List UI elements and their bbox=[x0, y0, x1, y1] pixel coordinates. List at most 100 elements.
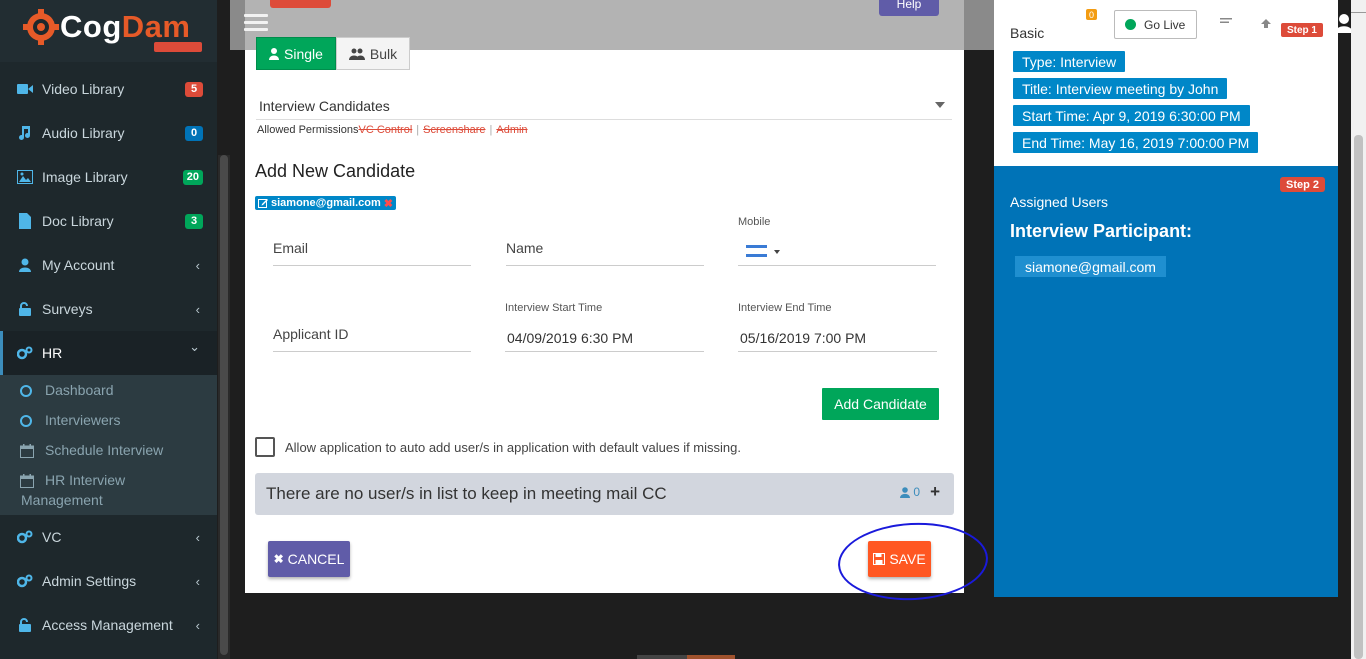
allowed-permissions: Allowed PermissionsVC Control | Screenshar… bbox=[257, 124, 528, 136]
unlock-icon bbox=[17, 617, 33, 633]
start-time-field[interactable]: 04/09/2019 6:30 PM bbox=[505, 316, 704, 352]
sidebar-item-label: Video Library bbox=[42, 81, 125, 97]
logo-text-dam: Dam bbox=[121, 9, 191, 44]
count-badge: 5 bbox=[185, 81, 203, 97]
step-ribbon-badge: Step 1 bbox=[1281, 23, 1323, 37]
cloud-upload-icon[interactable] bbox=[1252, 11, 1280, 35]
scrollbar-thumb[interactable] bbox=[1354, 135, 1363, 659]
sidebar-item-label: Access Management bbox=[42, 617, 173, 633]
count-badge: 0 bbox=[185, 125, 203, 141]
help-button[interactable]: Help bbox=[879, 0, 939, 16]
bulk-tab-button[interactable]: Bulk bbox=[335, 37, 411, 70]
calendar-icon bbox=[20, 444, 34, 461]
go-live-button[interactable]: Go Live bbox=[1114, 10, 1197, 39]
add-candidate-label: Add Candidate bbox=[834, 396, 927, 412]
chevron-down-icon: ⌄ bbox=[189, 339, 200, 354]
sidebar-item-audio-library[interactable]: Audio Library 0 bbox=[0, 111, 217, 155]
sidebar-item-surveys[interactable]: Surveys ‹ bbox=[0, 287, 217, 331]
email-field-label: Email bbox=[273, 240, 309, 256]
end-time-value: 05/16/2019 7:00 PM bbox=[740, 330, 867, 346]
start-time-tag: Start Time: Apr 9, 2019 6:30:00 PM bbox=[1013, 105, 1250, 126]
sidebar-item-image-library[interactable]: Image Library 20 bbox=[0, 155, 217, 199]
edit-icon[interactable] bbox=[258, 198, 268, 208]
permission-screenshare: Screenshare bbox=[423, 124, 486, 136]
applicant-id-label: Applicant ID bbox=[273, 326, 349, 342]
submenu-item-label-line2: Management bbox=[21, 492, 103, 508]
notification-count-badge: 0 bbox=[1086, 9, 1097, 20]
meeting-type-tag: Type: Interview bbox=[1013, 51, 1126, 72]
sidebar-item-access-management[interactable]: Access Management ‹ bbox=[0, 603, 217, 647]
sidebar: Video Library 5 Audio Library 0 Image Li… bbox=[0, 0, 217, 659]
end-time-field[interactable]: 05/16/2019 7:00 PM bbox=[738, 316, 937, 352]
step-2-badge: Step 2 bbox=[1280, 177, 1326, 192]
cc-count-value: 0 bbox=[913, 485, 920, 499]
start-time-label: Interview Start Time bbox=[505, 302, 603, 314]
chevron-left-icon: ‹ bbox=[195, 573, 200, 589]
cancel-button[interactable]: ✖ CANCEL bbox=[268, 541, 350, 577]
sidebar-item-video-library[interactable]: Video Library 5 bbox=[0, 67, 217, 111]
sidebar-item-label: Doc Library bbox=[42, 213, 114, 229]
submenu-item-label: Interviewers bbox=[45, 412, 121, 428]
sidebar-scrollbar[interactable] bbox=[218, 155, 230, 659]
cc-user-count[interactable]: 0 bbox=[900, 485, 920, 499]
gears-icon bbox=[17, 573, 33, 589]
submenu-item-label: Dashboard bbox=[45, 382, 114, 398]
file-icon bbox=[17, 213, 33, 229]
cancel-button-label: CANCEL bbox=[287, 551, 345, 567]
page-scrollbar[interactable] bbox=[1351, 0, 1366, 659]
chevron-left-icon: ‹ bbox=[195, 301, 200, 317]
sidebar-item-label: My Account bbox=[42, 257, 115, 273]
sidebar-item-hr[interactable]: HR ⌄ bbox=[0, 331, 217, 375]
video-camera-icon bbox=[17, 81, 33, 97]
logo-mark-icon bbox=[23, 9, 59, 45]
name-field-label: Name bbox=[506, 240, 544, 256]
candidate-chip: siamone@gmail.com ✖ bbox=[255, 196, 396, 210]
add-candidate-title: Add New Candidate bbox=[255, 161, 416, 181]
sidebar-item-label: Surveys bbox=[42, 301, 93, 317]
sidebar-item-label: Image Library bbox=[42, 169, 128, 185]
single-tab-button[interactable]: Single bbox=[256, 37, 336, 70]
save-button[interactable]: SAVE bbox=[868, 541, 931, 577]
name-field[interactable]: Name bbox=[506, 230, 704, 266]
submenu-item-label: Schedule Interview bbox=[45, 442, 164, 458]
sidebar-item-admin-settings[interactable]: Admin Settings ‹ bbox=[0, 559, 217, 603]
single-bulk-toggle: Single Bulk bbox=[256, 37, 411, 70]
sidebar-item-doc-library[interactable]: Doc Library 3 bbox=[0, 199, 217, 243]
mobile-field-label: Mobile bbox=[738, 216, 771, 228]
chat-icon[interactable] bbox=[1214, 11, 1238, 35]
participant-tag: siamone@gmail.com bbox=[1015, 256, 1166, 277]
users-icon bbox=[348, 48, 365, 60]
single-tab-label: Single bbox=[284, 45, 323, 62]
sidebar-item-label: VC bbox=[42, 529, 62, 545]
email-field[interactable]: Email bbox=[273, 230, 471, 266]
role-select[interactable]: Interview Candidates bbox=[256, 92, 952, 120]
submenu-item-label: HR Interview bbox=[45, 472, 126, 488]
remove-icon[interactable]: ✖ bbox=[384, 197, 393, 210]
applicant-id-field[interactable]: Applicant ID bbox=[273, 316, 471, 352]
permission-admin: Admin bbox=[496, 124, 528, 136]
start-time-value: 04/09/2019 6:30 PM bbox=[507, 330, 634, 346]
close-icon: ✖ bbox=[273, 552, 284, 566]
logo-text-cog: Cog bbox=[60, 9, 122, 44]
add-candidate-button[interactable]: Add Candidate bbox=[822, 388, 939, 420]
step-badge bbox=[270, 0, 331, 8]
sidebar-item-label: HR bbox=[42, 345, 63, 361]
add-cc-plus-icon[interactable]: + bbox=[930, 482, 940, 502]
image-icon bbox=[17, 169, 33, 185]
assigned-users-label: Assigned Users bbox=[1010, 194, 1109, 210]
country-flag-icon[interactable] bbox=[746, 245, 767, 257]
auto-add-checkbox[interactable] bbox=[255, 437, 275, 457]
sidebar-item-my-account[interactable]: My Account ‹ bbox=[0, 243, 217, 287]
save-button-label: SAVE bbox=[889, 551, 926, 567]
app-logo[interactable]: CogDam bbox=[20, 4, 190, 50]
floppy-disk-icon bbox=[873, 553, 886, 565]
menu-toggle-icon[interactable] bbox=[244, 14, 268, 34]
sidebar-item-vc[interactable]: VC ‹ bbox=[0, 515, 217, 559]
bulk-tab-label: Bulk bbox=[369, 45, 398, 62]
sidebar-item-label: Admin Settings bbox=[42, 573, 137, 589]
mail-cc-bar: There are no user/s in list to keep in m… bbox=[255, 473, 954, 515]
mobile-field[interactable] bbox=[738, 230, 936, 266]
candidate-chip-email: siamone@gmail.com bbox=[271, 197, 381, 209]
go-live-label: Go Live bbox=[1144, 17, 1186, 32]
participant-title: Interview Participant: bbox=[1010, 221, 1193, 241]
